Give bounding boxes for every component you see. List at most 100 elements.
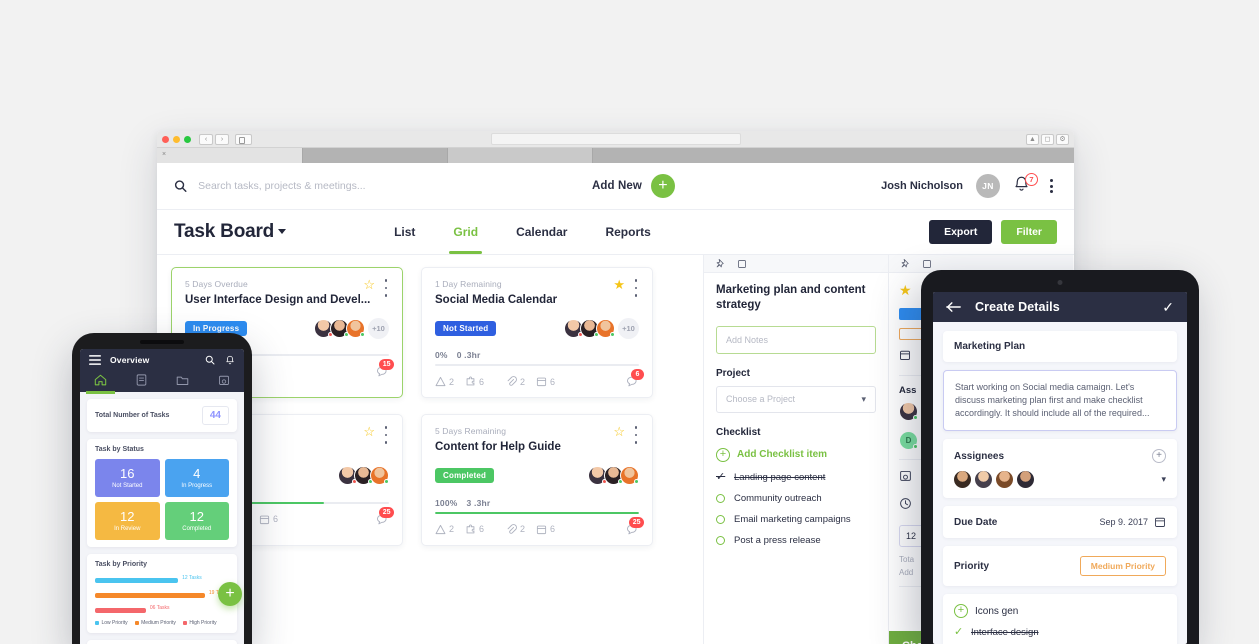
attachment-meta[interactable]: 2	[506, 376, 525, 387]
browser-nav-buttons[interactable]: ‹ ›	[199, 133, 229, 145]
close-tab-icon[interactable]: ×	[162, 151, 166, 159]
phone-tab-home[interactable]	[80, 373, 121, 394]
filter-button[interactable]: Filter	[1001, 220, 1057, 244]
maximize-window-icon[interactable]	[184, 135, 191, 143]
assignee-avatars[interactable]	[338, 466, 389, 486]
kebab-icon[interactable]	[381, 424, 392, 448]
assignee-avatars[interactable]: +10	[564, 317, 639, 339]
add-task-fab[interactable]: +	[218, 582, 242, 606]
pin-icon[interactable]	[900, 258, 911, 269]
checklist-item[interactable]: Email marketing campaigns	[716, 514, 876, 525]
project-select[interactable]: Choose a Project ▾	[716, 385, 876, 413]
avatar[interactable]	[996, 471, 1013, 489]
add-new-button[interactable]: Add New +	[592, 174, 675, 198]
task-description-field[interactable]: Start working on Social media camaign. L…	[943, 370, 1177, 432]
tabs-icon[interactable]: ◻	[1041, 133, 1054, 145]
subtask-meta[interactable]: 6	[465, 524, 484, 535]
browser-tab-active[interactable]: ×	[157, 148, 303, 163]
browser-toolbar-right[interactable]: ▲ ◻ ⚙	[1026, 133, 1069, 145]
status-tile-completed[interactable]: 12 Completed	[164, 502, 229, 540]
back-arrow-icon[interactable]	[946, 301, 961, 313]
kebab-icon[interactable]	[381, 277, 392, 301]
share-icon[interactable]: ▲	[1026, 133, 1039, 145]
plus-icon[interactable]: +	[650, 174, 675, 198]
kebab-icon[interactable]	[631, 277, 642, 301]
avatar[interactable]	[346, 318, 365, 338]
export-button[interactable]: Export	[929, 220, 993, 244]
search-bar[interactable]	[174, 179, 554, 193]
comment-meta[interactable]: 25	[626, 516, 644, 536]
subtask-meta[interactable]: 6	[465, 376, 484, 387]
search-input[interactable]	[198, 180, 554, 192]
checklist-input[interactable]: Icons gen	[975, 606, 1018, 617]
notifications-button[interactable]: 7	[1013, 173, 1038, 197]
tab-grid[interactable]: Grid	[449, 210, 482, 254]
check-icon[interactable]: ✓	[1162, 299, 1174, 316]
address-bar[interactable]	[490, 133, 741, 145]
checklist-item[interactable]: ✓ Landing page content	[716, 471, 876, 483]
page-title[interactable]: Task Board	[174, 221, 287, 243]
tab-reports[interactable]: Reports	[605, 210, 650, 254]
priority-field[interactable]: Priority Medium Priority	[943, 546, 1177, 587]
kebab-icon[interactable]	[631, 424, 642, 448]
checkbox-icon[interactable]	[716, 535, 725, 545]
warning-meta[interactable]: 2	[435, 524, 454, 535]
tab-list[interactable]: List	[394, 210, 415, 254]
avatar[interactable]	[899, 402, 918, 421]
search-icon[interactable]	[205, 355, 215, 365]
close-window-icon[interactable]	[162, 135, 169, 143]
comment-meta[interactable]: 25	[376, 506, 394, 526]
priority-badge[interactable]: Medium Priority	[1079, 556, 1166, 577]
checklist-item[interactable]: ✓ Interface design	[954, 627, 1166, 639]
phone-tab-folder[interactable]	[162, 373, 203, 391]
phone-tab-bar[interactable]	[80, 371, 244, 394]
view-tabs[interactable]: List Grid Calendar Reports	[394, 210, 651, 254]
avatar[interactable]: D	[899, 431, 918, 450]
avatar[interactable]	[975, 471, 992, 489]
plus-icon[interactable]: +	[954, 604, 968, 619]
phone-tab-list[interactable]	[121, 373, 162, 391]
assignee-avatars[interactable]	[588, 466, 639, 486]
status-tile-not-started[interactable]: 16 Not Started	[95, 459, 160, 497]
notes-input[interactable]: Add Notes	[716, 325, 876, 354]
chevron-down-icon[interactable]: ▾	[1161, 474, 1166, 485]
forward-button[interactable]: ›	[215, 133, 229, 145]
checkbox-icon[interactable]	[716, 514, 725, 524]
star-icon[interactable]: ★	[899, 282, 912, 298]
tab-calendar[interactable]: Calendar	[516, 210, 567, 254]
avatar[interactable]	[620, 466, 639, 486]
settings-icon[interactable]: ⚙	[1056, 133, 1069, 145]
avatar[interactable]	[1017, 471, 1034, 489]
sidebar-toggle-icon[interactable]	[235, 133, 252, 145]
calendar-icon[interactable]	[1154, 516, 1166, 528]
window-controls[interactable]	[162, 135, 191, 143]
status-tile-in-review[interactable]: 12 In Review	[95, 502, 160, 540]
avatar[interactable]	[370, 466, 389, 486]
bell-icon[interactable]	[225, 355, 235, 366]
attachment-meta[interactable]: 2	[506, 523, 525, 535]
due-date-field[interactable]: Due Date Sep 9. 2017	[943, 506, 1177, 539]
date-meta[interactable]: 6	[536, 524, 555, 535]
expand-icon[interactable]	[922, 259, 932, 269]
hamburger-icon[interactable]	[89, 355, 101, 365]
star-icon[interactable]: ☆	[363, 425, 375, 438]
back-button[interactable]: ‹	[199, 133, 213, 145]
assignee-avatars[interactable]: +10	[314, 317, 389, 339]
date-meta[interactable]: 6	[259, 514, 278, 525]
browser-tab-3[interactable]	[448, 148, 593, 163]
status-tile-in-progress[interactable]: 4 In Progress	[164, 459, 229, 497]
phone-tab-calendar[interactable]	[203, 373, 244, 391]
avatar[interactable]	[596, 318, 615, 338]
warning-meta[interactable]: 2	[435, 376, 454, 387]
minimize-window-icon[interactable]	[173, 135, 180, 143]
star-icon[interactable]: ☆	[363, 278, 375, 291]
add-checklist-item-button[interactable]: + Add Checklist item	[716, 447, 876, 462]
chevron-down-icon[interactable]	[278, 229, 287, 234]
browser-tab-2[interactable]	[303, 148, 448, 163]
add-checklist-item-row[interactable]: + Icons gen	[954, 604, 1166, 619]
avatar[interactable]	[954, 471, 971, 489]
expand-icon[interactable]	[737, 259, 747, 269]
comment-meta[interactable]: 15	[376, 359, 394, 378]
date-meta[interactable]: 6	[536, 376, 555, 387]
star-icon[interactable]: ★	[613, 278, 625, 291]
